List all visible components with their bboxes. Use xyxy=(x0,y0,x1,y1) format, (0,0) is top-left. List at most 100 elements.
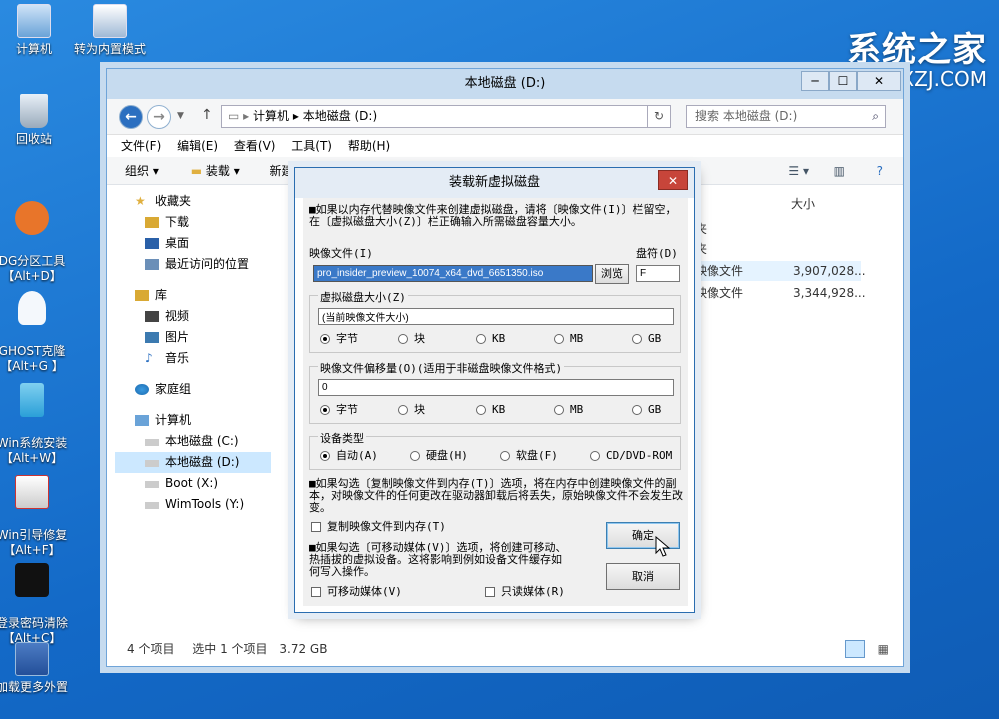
file-row[interactable]: 映像文件 3,907,028... xyxy=(695,261,866,281)
device-cdrom-radio[interactable] xyxy=(590,451,600,461)
dg-partition-icon xyxy=(15,201,49,235)
menu-file[interactable]: 文件(F) xyxy=(121,139,161,153)
dialog-close-button[interactable]: ✕ xyxy=(658,170,688,190)
unit-label: 字节 xyxy=(336,403,358,416)
readonly-media-checkbox[interactable] xyxy=(485,587,495,597)
sidebar-label: 桌面 xyxy=(165,236,190,250)
offset-unit-blocks-radio[interactable] xyxy=(398,405,408,415)
disk-size-input[interactable] xyxy=(318,308,674,325)
video-icon xyxy=(145,311,159,322)
breadcrumb-drive[interactable]: 本地磁盘 (D:) xyxy=(303,109,377,123)
offset-unit-gb-radio[interactable] xyxy=(632,405,642,415)
menu-help[interactable]: 帮助(H) xyxy=(348,139,390,153)
offset-unit-mb-radio[interactable] xyxy=(554,405,564,415)
menu-edit[interactable]: 编辑(E) xyxy=(177,139,218,153)
unit-gb-radio[interactable] xyxy=(632,334,642,344)
sidebar-item-desktop[interactable]: 桌面 xyxy=(115,233,271,254)
unit-mb-radio[interactable] xyxy=(554,334,564,344)
forward-button[interactable]: → xyxy=(147,105,171,129)
info-text-2: ■如果勾选〔复制映像文件到内存(T)〕选项，将在内存中创建映像文件的副本，对映像… xyxy=(309,477,683,514)
desktop-builtin-mode-icon[interactable]: 转为内置模式 xyxy=(72,4,148,57)
copy-to-memory-checkbox[interactable] xyxy=(311,522,321,532)
search-icon[interactable]: ⌕ xyxy=(872,106,879,127)
drive-letter-input[interactable] xyxy=(636,265,680,282)
desktop-dg-tool-icon[interactable]: DG分区工具 【Alt+D】 xyxy=(0,186,70,284)
device-auto-radio[interactable] xyxy=(320,451,330,461)
view-options-icon[interactable]: ☰ ▾ xyxy=(788,157,809,185)
desktop-computer-icon[interactable]: 计算机 xyxy=(0,4,72,57)
star-icon: ★ xyxy=(135,194,146,208)
unit-blocks-radio[interactable] xyxy=(398,334,408,344)
mount-label: 装载 xyxy=(205,164,230,178)
sidebar-item-drive-y[interactable]: WimTools (Y:) xyxy=(115,494,271,515)
sidebar-item-computer[interactable]: 计算机 xyxy=(115,410,271,431)
mount-button[interactable]: ▬ 装载 ▾ xyxy=(191,164,240,178)
desktop-icon-label: 加载更多外置 xyxy=(0,680,68,694)
sidebar-label: 库 xyxy=(155,288,168,302)
maximize-button[interactable]: ☐ xyxy=(829,71,857,91)
breadcrumb-computer[interactable]: 计算机 xyxy=(253,109,289,123)
sidebar-item-videos[interactable]: 视频 xyxy=(115,306,271,327)
minimize-button[interactable]: ─ xyxy=(801,71,829,91)
search-input[interactable]: 搜索 本地磁盘 (D:) ⌕ xyxy=(686,105,886,128)
sidebar-item-recent[interactable]: 最近访问的位置 xyxy=(115,254,271,275)
browse-button[interactable]: 浏览 xyxy=(595,264,629,284)
details-view-icon[interactable] xyxy=(845,640,865,658)
desktop-boot-repair-icon[interactable]: Win引导修复 【Alt+F】 xyxy=(0,460,70,558)
large-icons-view-icon[interactable]: ▦ xyxy=(878,642,889,656)
sidebar-item-pictures[interactable]: 图片 xyxy=(115,327,271,348)
device-floppy-radio[interactable] xyxy=(500,451,510,461)
cancel-button[interactable]: 取消 xyxy=(606,563,680,590)
unit-kb-radio[interactable] xyxy=(476,334,486,344)
readonly-media-label: 只读媒体(R) xyxy=(501,585,565,598)
history-dropdown-icon[interactable]: ▼ xyxy=(177,111,184,121)
organize-button[interactable]: 组织 ▾ xyxy=(125,164,159,178)
unit-bytes-radio[interactable] xyxy=(320,334,330,344)
sidebar-label: 本地磁盘 (C:) xyxy=(165,434,239,448)
sidebar-item-drive-c[interactable]: 本地磁盘 (C:) xyxy=(115,431,271,452)
removable-media-checkbox[interactable] xyxy=(311,587,321,597)
refresh-icon[interactable]: ↻ xyxy=(647,105,671,128)
desktop-password-clear-icon[interactable]: 登录密码清除 【Alt+C】 xyxy=(0,548,70,646)
dialog-titlebar: 装载新虚拟磁盘 ✕ xyxy=(295,168,694,198)
organize-label: 组织 xyxy=(125,164,150,178)
file-row[interactable]: 夹 xyxy=(695,239,999,259)
sidebar-item-drive-x[interactable]: Boot (X:) xyxy=(115,473,271,494)
desktop-load-more-icon[interactable]: 加载更多外置 xyxy=(0,642,70,695)
preview-pane-icon[interactable]: ▥ xyxy=(834,157,845,185)
drive-letter-label: 盘符(D) xyxy=(636,247,678,260)
unit-label: 块 xyxy=(414,403,425,416)
device-hdd-radio[interactable] xyxy=(410,451,420,461)
file-size: 3,344,928... xyxy=(793,286,866,300)
menu-bar: 文件(F) 编辑(E) 查看(V) 工具(T) 帮助(H) xyxy=(107,135,903,157)
desktop-recycle-bin-icon[interactable]: 回收站 xyxy=(0,94,72,147)
path-box[interactable]: ▭ ▸ 计算机 ▸ 本地磁盘 (D:) ▼ xyxy=(221,105,671,128)
menu-tools[interactable]: 工具(T) xyxy=(291,139,332,153)
close-button[interactable]: ✕ xyxy=(857,71,901,91)
sidebar-item-downloads[interactable]: 下载 xyxy=(115,212,271,233)
sidebar-label: 本地磁盘 (D:) xyxy=(165,455,240,469)
column-size[interactable]: 大小 xyxy=(791,195,815,212)
sidebar-item-music[interactable]: ♪ 音乐 xyxy=(115,348,271,369)
desktop-win-install-icon[interactable]: Win系统安装 【Alt+W】 xyxy=(0,368,70,466)
download-folder-icon xyxy=(145,217,159,228)
back-button[interactable]: ← xyxy=(119,105,143,129)
size-group-label: 虚拟磁盘大小(Z) xyxy=(318,289,408,305)
menu-view[interactable]: 查看(V) xyxy=(234,139,276,153)
offset-input[interactable] xyxy=(318,379,674,396)
sidebar-item-favorites[interactable]: ★ 收藏夹 xyxy=(115,191,271,212)
file-row[interactable]: 映像文件 3,344,928... xyxy=(695,283,866,303)
offset-unit-bytes-radio[interactable] xyxy=(320,405,330,415)
help-icon[interactable]: ? xyxy=(877,157,883,185)
image-file-input[interactable] xyxy=(313,265,593,282)
file-row[interactable]: 夹 xyxy=(695,219,999,239)
sidebar-label: 最近访问的位置 xyxy=(165,257,250,271)
sidebar-item-libraries[interactable]: 库 xyxy=(115,285,271,306)
desktop-ghost-icon[interactable]: GHOST克隆 【Alt+G 】 xyxy=(0,276,70,374)
status-bar: 4 个项目 选中 1 个项目 3.72 GB ▦ xyxy=(107,632,903,666)
sidebar-item-drive-d[interactable]: 本地磁盘 (D:) xyxy=(115,452,271,473)
sidebar-item-homegroup[interactable]: 家庭组 xyxy=(115,379,271,400)
drive-icon xyxy=(145,481,159,488)
offset-unit-kb-radio[interactable] xyxy=(476,405,486,415)
up-arrow-icon[interactable]: ↑ xyxy=(201,107,213,123)
